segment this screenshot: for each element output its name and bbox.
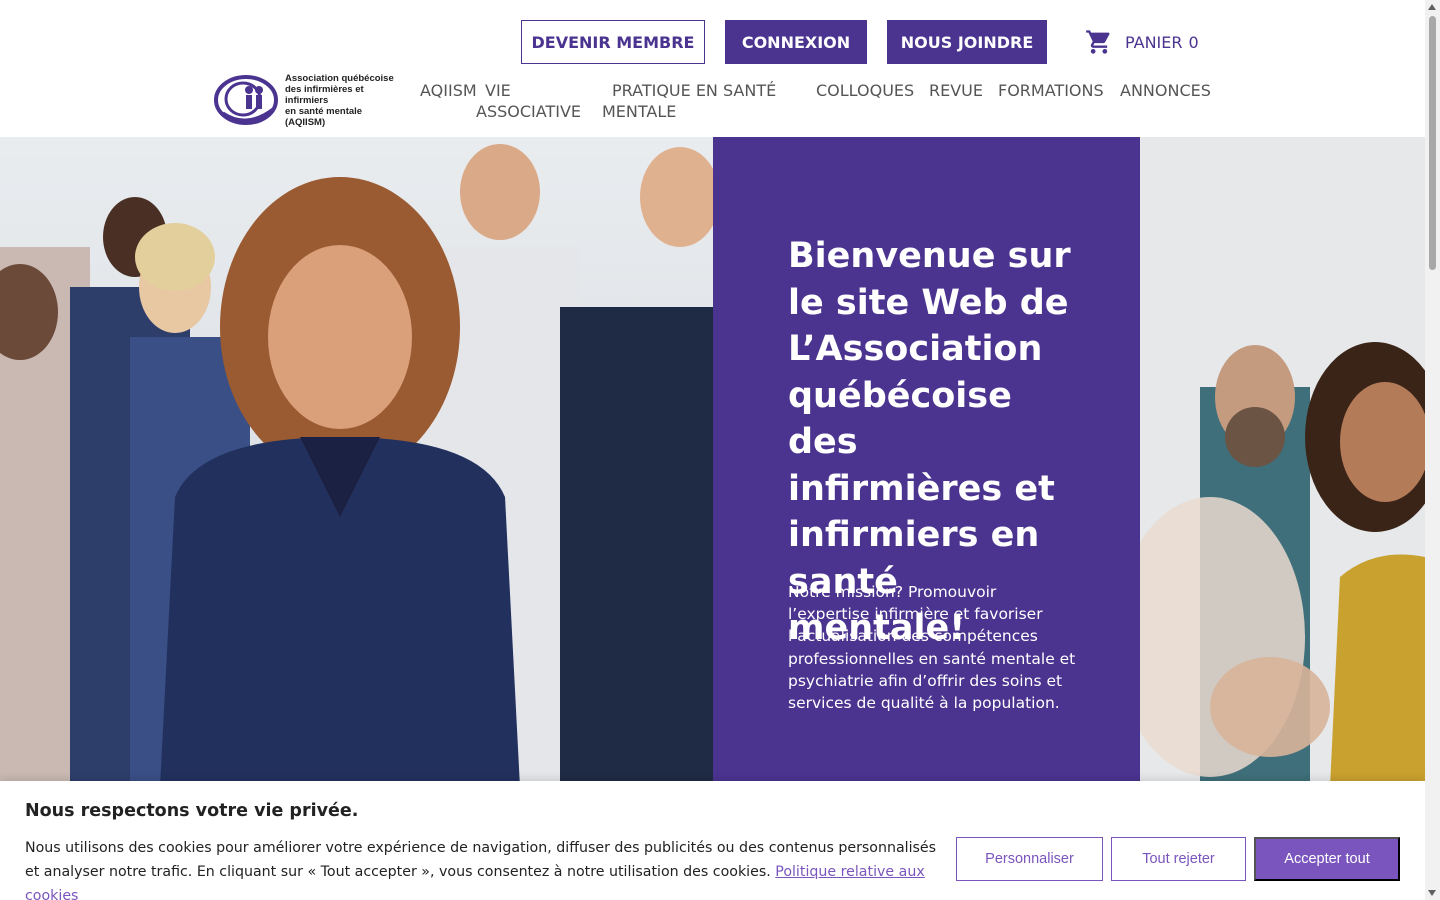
nav-label: PRATIQUE EN SANTÉ — [612, 81, 777, 100]
cookie-consent-banner: Nous respectons votre vie privée. Nous u… — [0, 781, 1425, 900]
personnaliser-button[interactable]: Personnaliser — [956, 837, 1103, 881]
page-scrollbar[interactable] — [1425, 0, 1440, 900]
connexion-button[interactable]: CONNEXION — [725, 20, 867, 64]
nav-item-pratique-sante-mentale[interactable]: PRATIQUE EN SANTÉ MENTALE — [602, 80, 802, 122]
nav-item-colloques[interactable]: COLLOQUES — [816, 80, 914, 101]
hero-panel: Bienvenue sur le site Web de L’Associati… — [713, 137, 1140, 787]
accepter-tout-button[interactable]: Accepter tout — [1254, 837, 1400, 881]
header-actions: DEVENIR MEMBRE CONNEXION NOUS JOINDRE PA… — [521, 20, 1199, 64]
cookie-banner-title: Nous respectons votre vie privée. — [25, 801, 359, 821]
aqiism-logo[interactable]: Association québécoise des infirmières e… — [213, 72, 405, 128]
cart-label: PANIER — [1125, 32, 1183, 52]
scrollbar-thumb[interactable] — [1429, 16, 1436, 270]
cart-count: 0 — [1188, 32, 1199, 52]
nav-item-revue[interactable]: REVUE — [929, 80, 983, 101]
logo-line: en santé mentale — [285, 105, 363, 117]
hero-mission-text: Notre mission? Promouvoir l’expertise in… — [788, 583, 1076, 713]
logo-line: des infirmières et infirmiers — [285, 83, 364, 106]
logo-line: (AQIISM) — [285, 116, 326, 128]
nav-item-vie-associative[interactable]: VIE ASSOCIATIVE — [476, 80, 595, 122]
nav-label: MENTALE — [602, 102, 677, 121]
nav-label: ASSOCIATIVE — [476, 102, 581, 121]
nav-item-aqiism[interactable]: AQIISM — [420, 80, 477, 101]
scroll-down-arrow-icon[interactable] — [1428, 890, 1436, 896]
nav-label: VIE — [485, 81, 511, 100]
shopping-cart-icon — [1086, 30, 1110, 54]
logo-wordmark: Association québécoise des infirmières e… — [285, 73, 405, 128]
scroll-up-arrow-icon[interactable] — [1428, 4, 1436, 10]
tout-rejeter-button[interactable]: Tout rejeter — [1111, 837, 1246, 881]
nav-item-annonces[interactable]: ANNONCES — [1120, 80, 1211, 101]
nav-item-formations[interactable]: FORMATIONS — [998, 80, 1104, 101]
devenir-membre-button[interactable]: DEVENIR MEMBRE — [521, 20, 705, 64]
nous-joindre-button[interactable]: NOUS JOINDRE — [887, 20, 1047, 64]
cart-link[interactable]: PANIER 0 — [1085, 28, 1199, 56]
hero-photo-support-group — [1140, 137, 1425, 787]
logo-line: Association québécoise — [285, 72, 394, 84]
hero-section: Bienvenue sur le site Web de L’Associati… — [0, 137, 1425, 787]
cookie-banner-text: Nous utilisons des cookies pour améliore… — [25, 836, 950, 900]
aqiism-emblem-icon — [214, 75, 278, 125]
hero-photo-healthcare-team — [0, 137, 713, 787]
